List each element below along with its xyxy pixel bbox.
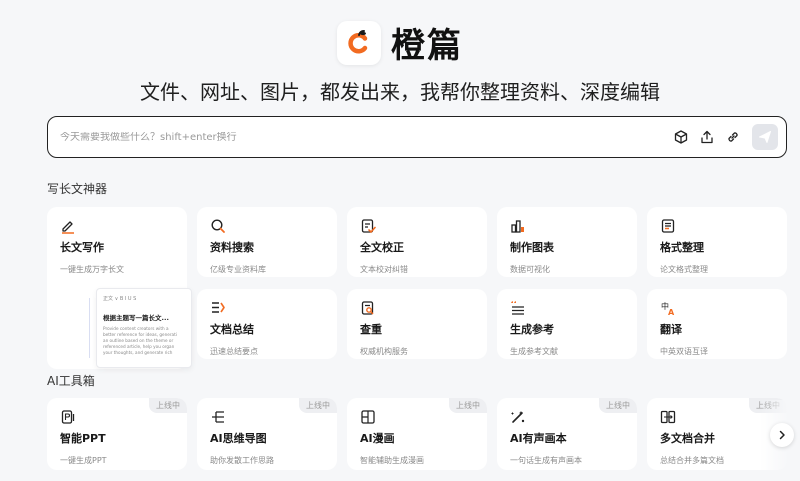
card-title: 格式整理	[660, 241, 704, 254]
search-icon	[210, 218, 226, 234]
card-desc: 中英双语互译	[660, 347, 708, 356]
merge-docs-icon	[660, 409, 676, 425]
send-button[interactable]	[752, 124, 778, 150]
long-writing-preview: 正文 ∨ B I U S 根据主题写一篇长文... Provide conten…	[96, 288, 192, 368]
ppt-icon	[60, 409, 76, 425]
card-desc: 文本校对纠错	[360, 265, 408, 274]
card-title: 全文校正	[360, 241, 404, 254]
card-doc-summary[interactable]: 文档总结 迅速总结要点	[197, 289, 337, 359]
preview-toolbar: 正文 ∨ B I U S	[103, 296, 137, 302]
status-badge: 上线中	[149, 398, 187, 413]
section-title-writing: 写长文神器	[47, 182, 108, 196]
card-desc: 迅速总结要点	[210, 347, 258, 356]
slogan: 文件、网址、图片，都发出来，我帮你整理资料、深度编辑	[140, 80, 660, 104]
card-translate[interactable]: 中A 翻译 中英双语互译	[647, 289, 787, 359]
card-title: 翻译	[660, 323, 682, 336]
preview-divider	[89, 298, 90, 358]
card-desc: 一句话生成有声画本	[510, 456, 582, 465]
card-title: AI有声画本	[510, 432, 567, 445]
audio-book-icon	[510, 409, 526, 425]
section-title-ai-toolbox: AI工具箱	[47, 374, 95, 388]
comic-icon	[360, 409, 376, 425]
card-title: AI漫画	[360, 432, 395, 445]
status-badge: 上线中	[449, 398, 487, 413]
card-desc: 权威机构服务	[360, 347, 408, 356]
card-title: 文档总结	[210, 323, 254, 336]
chart-icon	[510, 218, 526, 234]
brand-name: 橙篇	[391, 26, 463, 66]
card-desc: 亿级专业资料库	[210, 265, 266, 274]
upload-icon[interactable]	[694, 124, 720, 150]
cube-icon[interactable]	[668, 124, 694, 150]
send-icon	[759, 131, 771, 143]
card-title: 长文写作	[60, 241, 104, 254]
card-title: AI思维导图	[210, 432, 267, 445]
card-smart-ppt[interactable]: 上线中 智能PPT 一键生成PPT	[47, 398, 187, 470]
orange-logo-icon	[348, 29, 368, 53]
summary-icon	[210, 300, 226, 316]
card-format[interactable]: 格式整理 论文格式整理	[647, 207, 787, 277]
status-badge: 上线中	[299, 398, 337, 413]
card-ai-audio-book[interactable]: 上线中 AI有声画本 一句话生成有声画本	[497, 398, 637, 470]
preview-title: 根据主题写一篇长文...	[103, 314, 169, 322]
card-ai-comic[interactable]: 上线中 AI漫画 智能辅助生成漫画	[347, 398, 487, 470]
plagiarism-check-icon	[360, 300, 376, 316]
card-title: 资料搜索	[210, 241, 254, 254]
prompt-input[interactable]	[60, 131, 668, 143]
card-title: 查重	[360, 323, 382, 336]
card-desc: 一键生成万字长文	[60, 265, 124, 274]
card-title: 多文档合并	[660, 432, 715, 445]
translate-icon: 中A	[660, 300, 676, 317]
card-proofread[interactable]: 全文校正 文本校对纠错	[347, 207, 487, 277]
status-badge: 上线中	[599, 398, 637, 413]
card-title: 制作图表	[510, 241, 554, 254]
card-plagiarism-check[interactable]: 查重 权威机构服务	[347, 289, 487, 359]
link-icon[interactable]	[720, 124, 746, 150]
card-title: 生成参考	[510, 323, 554, 336]
card-make-chart[interactable]: 制作图表 数据可视化	[497, 207, 637, 277]
card-desc: 数据可视化	[510, 265, 550, 274]
card-desc: 一键生成PPT	[60, 456, 107, 465]
card-desc: 助你发散工作思路	[210, 456, 274, 465]
card-desc: 生成参考文献	[510, 347, 558, 356]
card-ai-mindmap[interactable]: 上线中 AI思维导图 助你发散工作思路	[197, 398, 337, 470]
logo	[337, 20, 381, 65]
prompt-box[interactable]	[47, 116, 787, 158]
card-reference[interactable]: 生成参考 生成参考文献	[497, 289, 637, 359]
card-desc: 智能辅助生成漫画	[360, 456, 424, 465]
carousel-next-button[interactable]	[770, 423, 794, 447]
card-material-search[interactable]: 资料搜索 亿级专业资料库	[197, 207, 337, 277]
card-title: 智能PPT	[60, 432, 106, 445]
format-icon	[660, 218, 676, 234]
preview-line: your thoughts, and generate rich	[103, 350, 173, 355]
card-desc: 论文格式整理	[660, 265, 708, 274]
svg-text:A: A	[668, 308, 675, 316]
pen-icon	[60, 218, 76, 234]
proofread-icon	[360, 218, 376, 234]
brand-header: 橙篇	[0, 18, 800, 67]
card-desc: 总结合并多篇文档	[660, 456, 724, 465]
chevron-right-icon	[779, 430, 785, 440]
mindmap-icon	[210, 409, 226, 425]
reference-icon	[510, 300, 526, 316]
